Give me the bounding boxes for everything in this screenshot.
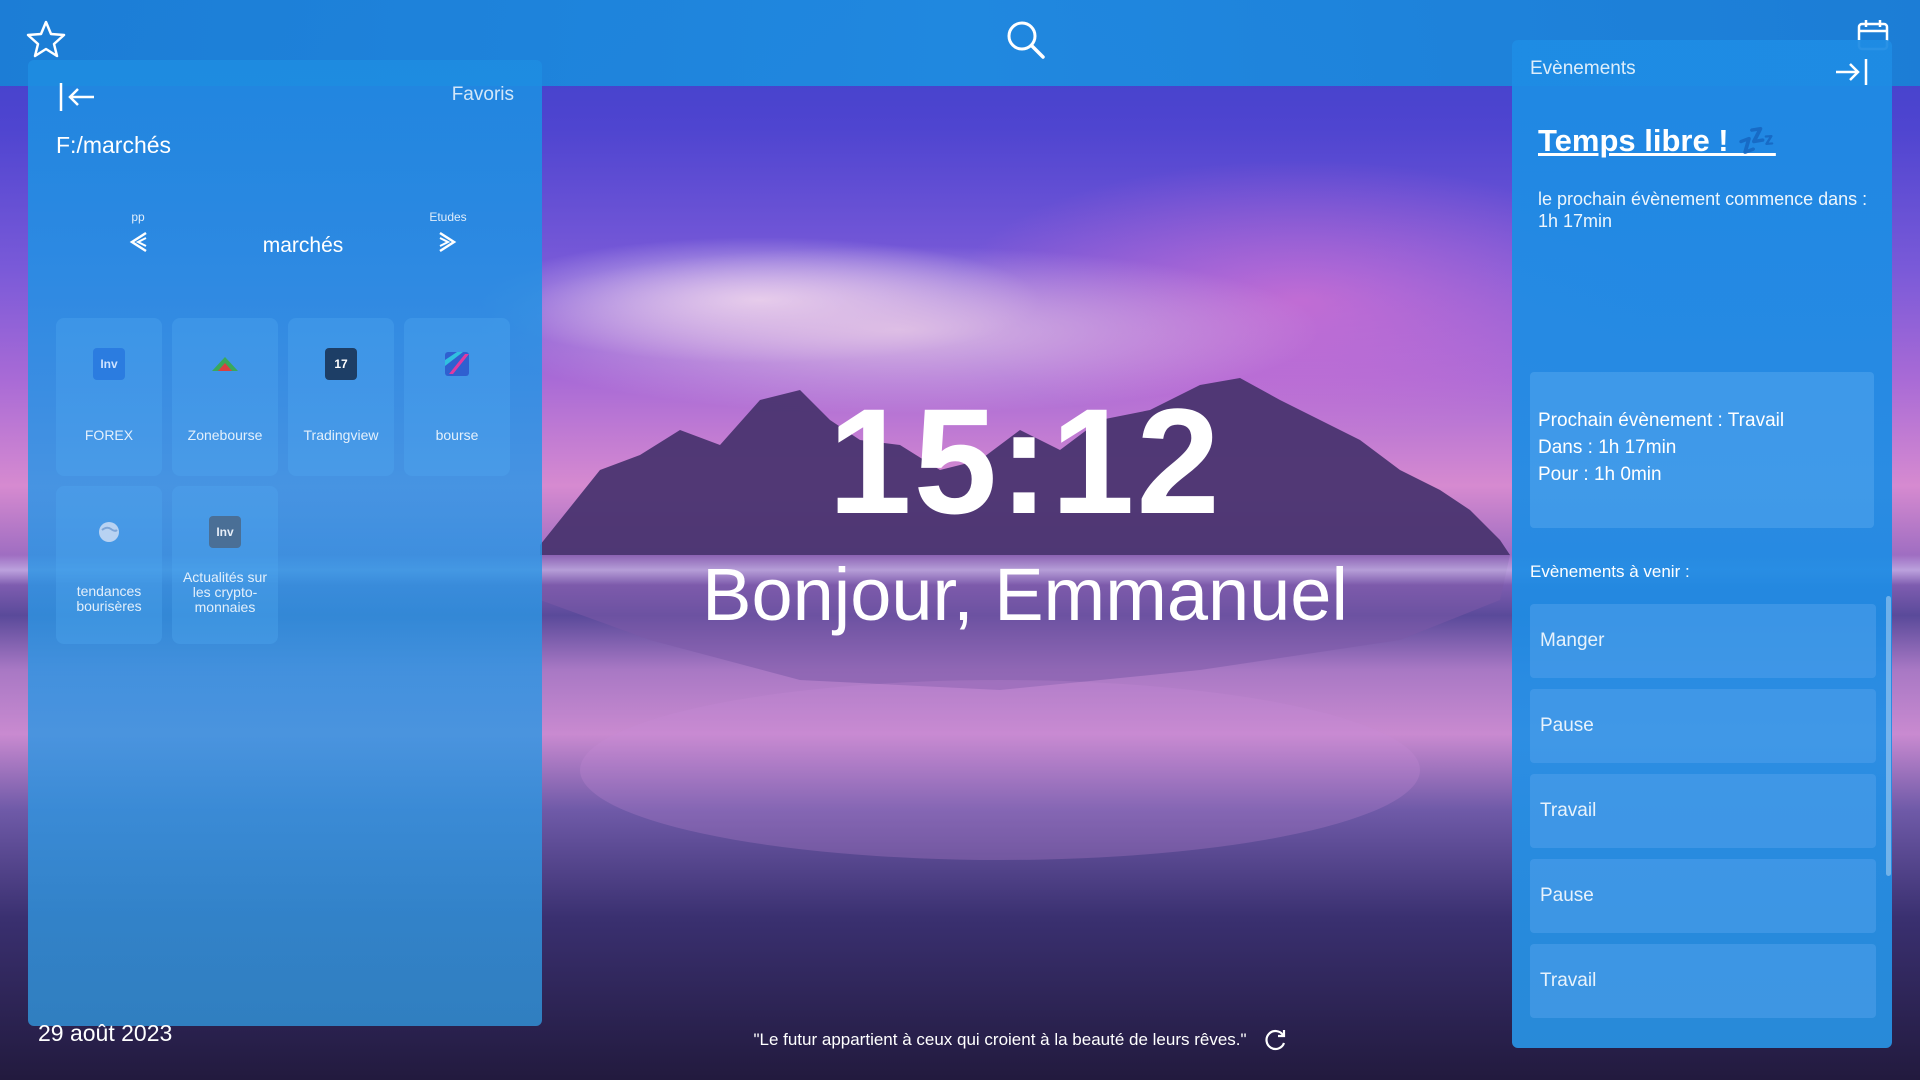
tile-bourse[interactable]: bourse [404,318,510,476]
arrow-left-icon[interactable] [58,80,98,114]
list-item[interactable]: Manger [1530,604,1876,678]
greeting: Bonjour, Emmanuel [702,553,1348,636]
event-label: Pause [1540,715,1594,736]
search-icon[interactable] [1006,20,1046,65]
folder-navigation: pp marchés Etudes [108,210,488,290]
tile-label: Actualités sur les crypto-monnaies [182,569,268,615]
tile-label: Tradingview [303,427,379,443]
tile-label: bourse [435,427,479,443]
star-icon[interactable] [26,20,66,63]
event-label: Manger [1540,630,1605,651]
list-item[interactable]: Pause [1530,859,1876,933]
chevron-double-left-icon [126,231,150,258]
list-item[interactable]: Travail [1530,944,1876,1018]
clock: 15:12 [828,377,1222,545]
events-scrollbar[interactable] [1886,596,1891,876]
tile-zonebourse[interactable]: Zonebourse [172,318,278,476]
tile-label: Zonebourse [187,427,263,443]
events-panel: Evènements Temps libre ! 💤 le prochain é… [1512,40,1892,1048]
next-event-starts-in: Dans : 1h 17min [1538,437,1677,458]
zonebourse-icon [209,348,241,380]
tile-tendances-boursieres[interactable]: tendances bourisères [56,486,162,644]
free-time-subtitle: le prochain évènement commence dans : 1h… [1538,189,1868,231]
upcoming-events-title: Evènements à venir : [1530,562,1690,581]
tile-tradingview[interactable]: 17 Tradingview [288,318,394,476]
next-event-duration: Pour : 1h 0min [1538,464,1662,485]
bourse-icon [441,348,473,380]
events-panel-title: Evènements [1530,58,1636,79]
next-event-name: Prochain évènement : Travail [1538,410,1785,431]
tile-label: FOREX [84,427,134,443]
current-folder: marchés [262,234,344,257]
folder-path: F:/marchés [56,132,172,158]
investing-icon: Inv [209,516,241,548]
list-item[interactable]: Pause [1530,689,1876,763]
refresh-icon[interactable] [1262,1027,1288,1058]
event-label: Pause [1540,885,1594,906]
date: 29 août 2023 [38,1020,173,1046]
next-folder-button[interactable]: Etudes [418,210,478,259]
chevron-double-right-icon [436,231,460,258]
investing-icon: Inv [93,348,125,380]
previous-folder-label: pp [131,210,145,224]
globe-icon [93,516,125,548]
tradingview-icon: 17 [325,348,357,380]
favoris-label: Favoris [451,84,514,105]
tile-forex[interactable]: Inv FOREX [56,318,162,476]
tile-label: tendances bourisères [76,583,142,614]
list-item[interactable]: Travail [1530,774,1876,848]
tile-actualites-crypto[interactable]: Inv Actualités sur les crypto-monnaies [172,486,278,644]
event-label: Travail [1540,800,1597,821]
event-label: Travail [1540,970,1597,991]
quote: "Le futur appartient à ceux qui croient … [753,1030,1247,1049]
favorites-panel: Favoris F:/marchés pp marchés Etudes Inv… [28,60,542,1026]
next-event-card: Prochain évènement : Travail Dans : 1h 1… [1530,372,1874,528]
arrow-right-icon[interactable] [1834,56,1870,93]
free-time-title[interactable]: Temps libre ! 💤 [1538,122,1776,159]
previous-folder-button[interactable]: pp [108,210,168,259]
next-folder-label: Etudes [429,210,467,224]
